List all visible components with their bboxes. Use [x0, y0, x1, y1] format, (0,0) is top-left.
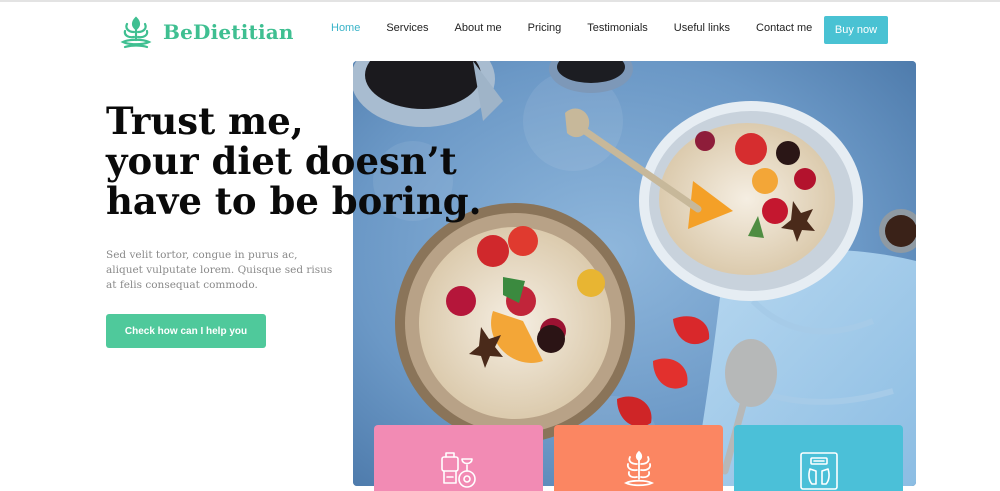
check-help-button[interactable]: Check how can I help you	[106, 314, 266, 348]
nav-home[interactable]: Home	[318, 22, 373, 34]
feature-card-scale[interactable]	[374, 425, 543, 491]
hero-headline: Trust me, your diet doesn’t have to be b…	[106, 101, 482, 221]
leaf-logo-icon	[120, 16, 152, 49]
body-scale-icon	[799, 452, 838, 490]
brand-name: BeDietitian	[163, 20, 294, 44]
top-border	[0, 0, 1000, 2]
hero-subtext: Sed velit tortor, congue in purus ac, al…	[106, 249, 333, 291]
feature-card-nutrition[interactable]	[554, 425, 723, 491]
nav-useful-links[interactable]: Useful links	[661, 22, 743, 34]
nav-testimonials[interactable]: Testimonials	[574, 22, 661, 34]
buy-now-button[interactable]: Buy now	[824, 16, 888, 44]
nav-pricing[interactable]: Pricing	[515, 22, 575, 34]
plant-icon	[623, 450, 654, 487]
headline-line-1: Trust me,	[106, 99, 304, 143]
kitchen-scale-icon	[440, 452, 476, 488]
main-nav: Home Services About me Pricing Testimoni…	[318, 22, 825, 34]
nav-about-me[interactable]: About me	[442, 22, 515, 34]
headline-line-3: have to be boring.	[106, 179, 482, 223]
headline-line-2: your diet doesn’t	[106, 139, 457, 183]
nav-contact-me[interactable]: Contact me	[743, 22, 825, 34]
nav-services[interactable]: Services	[373, 22, 441, 34]
brand-logo[interactable]: BeDietitian	[119, 14, 294, 50]
feature-card-weight[interactable]	[734, 425, 903, 491]
